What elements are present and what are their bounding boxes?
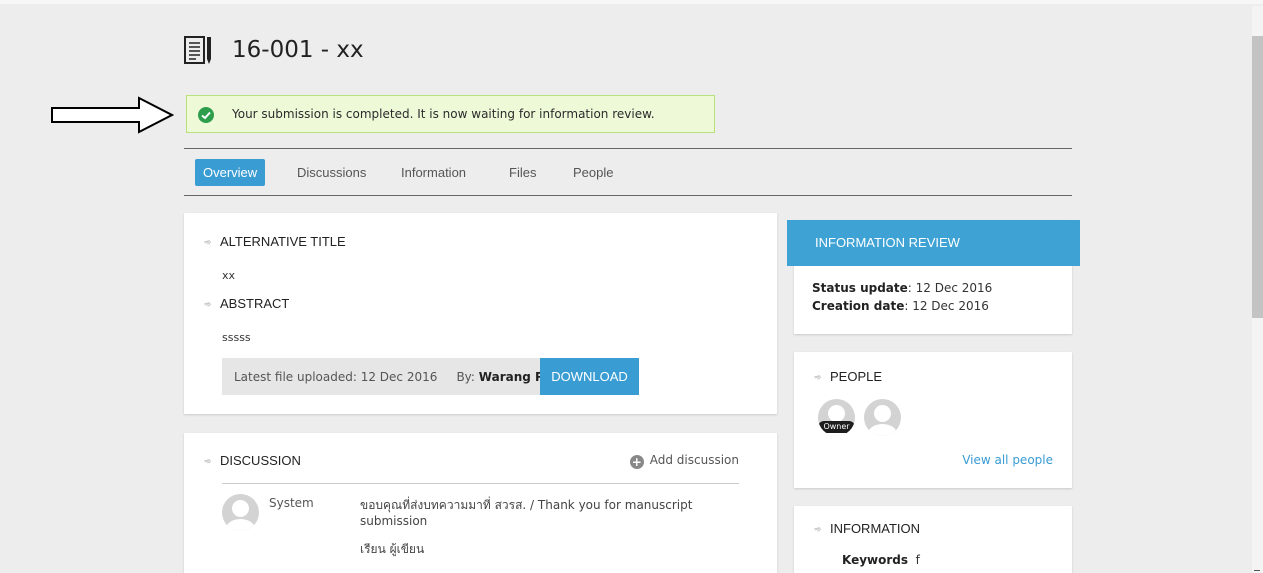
arrow-bullet-icon: ➾ <box>204 237 212 248</box>
tab-overview[interactable]: Overview <box>195 159 266 186</box>
keywords-value: f <box>915 553 920 567</box>
plus-circle-icon: + <box>629 455 644 469</box>
abstract-heading: ➾ ABSTRACT <box>204 296 290 311</box>
summary-card: ➾ ALTERNATIVE TITLE xx ➾ ABSTRACT sssss La… <box>184 213 777 414</box>
page-title: 16-001 - xx <box>232 37 364 63</box>
tab-files[interactable]: Files <box>501 159 544 186</box>
alt-title-value: xx <box>222 269 236 282</box>
add-discussion-button[interactable]: + Add discussion <box>629 453 739 469</box>
arrow-bullet-icon: ➾ <box>204 456 212 467</box>
tabs-divider-top <box>184 148 1072 149</box>
scrollbar-marker <box>1254 570 1260 571</box>
abstract-value: sssss <box>222 331 251 344</box>
user-avatar-icon[interactable] <box>864 399 901 436</box>
by-label: By: <box>456 370 475 384</box>
top-edge <box>0 0 1263 4</box>
discussion-greeting: เรียน ผู้เขียน <box>360 542 425 556</box>
discussion-message-cont: submission <box>360 514 428 528</box>
information-review-header: INFORMATION REVIEW <box>787 220 1080 266</box>
latest-file-label: Latest file uploaded: 12 Dec 2016 <box>234 370 438 384</box>
status-update-value: : 12 Dec 2016 <box>907 281 993 295</box>
latest-file-info: Latest file uploaded: 12 Dec 2016 By: Wa… <box>234 370 546 384</box>
document-icon <box>184 36 211 64</box>
add-discussion-label: Add discussion <box>649 453 739 467</box>
tab-information[interactable]: Information <box>393 159 474 186</box>
owner-avatar[interactable]: Owner <box>818 399 855 436</box>
user-avatar-icon <box>222 494 259 531</box>
download-button[interactable]: DOWNLOAD <box>540 358 639 395</box>
creation-date-value: : 12 Dec 2016 <box>904 299 989 313</box>
arrow-bullet-icon: ➾ <box>814 372 822 383</box>
discussion-heading: ➾ DISCUSSION <box>204 453 301 468</box>
keywords-label: Keywords <box>842 553 909 567</box>
alt-title-heading: ➾ ALTERNATIVE TITLE <box>204 234 346 249</box>
discussion-divider <box>222 483 739 484</box>
latest-file-bar: Latest file uploaded: 12 Dec 2016 By: Wa… <box>222 358 639 395</box>
people-card: ➾ PEOPLE Owner View all people <box>794 352 1072 488</box>
tab-people[interactable]: People <box>565 159 621 186</box>
scrollbar-thumb[interactable] <box>1252 36 1263 318</box>
tab-discussions[interactable]: Discussions <box>289 159 374 186</box>
owner-badge: Owner <box>818 421 855 433</box>
creation-date-label: Creation date <box>812 299 905 313</box>
success-alert: Your submission is completed. It is now … <box>186 95 715 133</box>
right-arrow-icon <box>51 96 174 134</box>
check-circle-icon <box>198 107 214 123</box>
creation-date-line: Creation date: 12 Dec 2016 <box>812 299 989 313</box>
alert-message: Your submission is completed. It is now … <box>232 107 655 121</box>
status-update-line: Status update: 12 Dec 2016 <box>812 281 992 295</box>
arrow-bullet-icon: ➾ <box>814 524 822 535</box>
arrow-bullet-icon: ➾ <box>204 299 212 310</box>
uploader-name: Warang P. <box>478 370 547 384</box>
keywords-line: Keywords f <box>842 553 920 567</box>
status-update-label: Status update <box>812 281 908 295</box>
information-card: ➾ INFORMATION Keywords f <box>794 506 1072 573</box>
view-all-people-link[interactable]: View all people <box>962 453 1053 467</box>
discussion-card: ➾ DISCUSSION + Add discussion System ขอบคุ… <box>184 433 777 573</box>
information-heading: ➾ INFORMATION <box>814 521 921 536</box>
tabs-divider-bottom <box>184 195 1072 196</box>
people-heading: ➾ PEOPLE <box>814 369 883 384</box>
discussion-message: ขอบคุณที่ส่งบทความมาที่ สวรส. / Thank yo… <box>360 498 693 512</box>
discussion-author: System <box>269 496 314 510</box>
